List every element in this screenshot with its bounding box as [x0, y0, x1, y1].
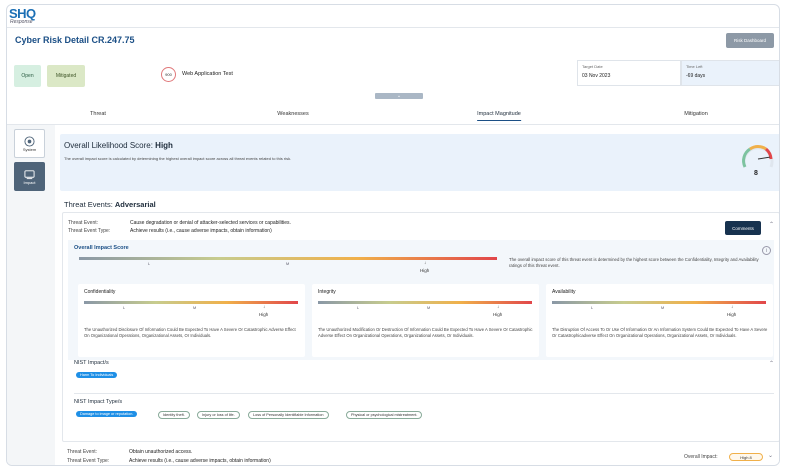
confidentiality-low: L — [123, 306, 126, 310]
sidebar-system-label: System — [22, 146, 37, 152]
sidebar-item-impact[interactable]: Impact — [14, 162, 45, 191]
confidentiality-marker-icon: ↓ — [263, 304, 266, 309]
likelihood-gauge: 8 — [740, 141, 776, 181]
nist-type-pill-2[interactable]: Identity theft. — [158, 411, 190, 419]
chevron-down-icon: ⌄ — [396, 93, 402, 99]
nist-type-pill-5[interactable]: Physical or psychological mistreatment. — [346, 411, 423, 419]
confidentiality-title: Confidentiality — [84, 289, 116, 295]
availability-marker-icon: ↓ — [731, 304, 734, 309]
threat-events-title: Threat Events: Adversarial — [64, 200, 156, 209]
nist-impacts-chevron-up-icon[interactable]: ⌃ — [769, 360, 774, 367]
event2-value: Obtain unauthorized access. — [129, 449, 193, 455]
nist-type-pill-1[interactable]: Damage to image or reputation. — [76, 411, 138, 417]
integrity-title: Integrity — [318, 289, 336, 295]
integrity-description: The Unauthorized Modification Or Destruc… — [318, 327, 533, 338]
chevron-up-icon[interactable]: ⌃ — [769, 221, 774, 228]
tab-bar: Threat Weaknesses Impact Magnitude Mitig… — [7, 107, 779, 125]
confidentiality-description: The Unauthorized Disclosure Of Informati… — [84, 327, 296, 338]
time-left-label: Time Left — [686, 64, 703, 69]
integrity-bar — [318, 301, 532, 304]
status-badge-open: Open — [14, 65, 41, 87]
target-date-box: Target Date 03 Nov 2023 — [577, 60, 681, 86]
integrity-low: L — [357, 306, 360, 310]
overall-marker-label: High — [420, 268, 430, 273]
event2-chevron-down-icon[interactable]: ⌄ — [768, 452, 773, 459]
status-badge-mitigated: Mitigated — [47, 65, 85, 87]
collapse-toggle[interactable]: ⌄ — [375, 93, 423, 99]
overall-scale-low: L — [148, 262, 151, 266]
event2-type-label: Threat Event Type: — [67, 458, 110, 464]
nist-divider — [74, 393, 774, 394]
header-divider — [7, 27, 779, 28]
nist-impacts-title: NIST Impact/s — [74, 360, 109, 366]
availability-medium: M — [661, 306, 665, 310]
threat-events-value: Adversarial — [114, 200, 156, 209]
integrity-panel: Integrity L M ↓ High The Unauthorized Mo… — [312, 284, 539, 357]
availability-marker-label: High — [727, 312, 737, 317]
risk-dashboard-button[interactable]: Risk Dashboard — [726, 33, 774, 48]
integrity-medium: M — [427, 306, 431, 310]
likelihood-description: The overall impact score is calculated b… — [64, 156, 292, 161]
integrity-marker-icon: ↓ — [497, 304, 500, 309]
target-date-value: 03 Nov 2023 — [582, 73, 611, 79]
event-type-value: Achieve results (i.e., cause adverse imp… — [130, 228, 272, 234]
availability-title: Availability — [552, 289, 576, 295]
app-frame: SHQ Response Cyber Risk Detail CR.247.75… — [6, 4, 780, 466]
availability-description: The Disruption Of Access To Or Use Of In… — [552, 327, 768, 338]
event-label: Threat Event: — [68, 220, 99, 226]
confidentiality-panel: Confidentiality L M ↓ High The Unauthori… — [78, 284, 305, 357]
nist-impact-types-title: NIST Impact Type/s — [74, 399, 123, 405]
availability-low: L — [591, 306, 594, 310]
risk-score-circle: 900 — [161, 67, 176, 82]
threat-event-row-2[interactable]: Threat Event: Obtain unauthorized access… — [62, 446, 779, 465]
overall-impact-section: Overall Impact Score i The overall impac… — [68, 240, 774, 360]
threat-event-card: Threat Event: Cause degradation or denia… — [62, 212, 779, 442]
info-icon[interactable]: i — [762, 246, 771, 255]
nist-impact-pill[interactable]: Harm To Individuals — [76, 372, 118, 378]
availability-panel: Availability L M ↓ High The Disruption O… — [546, 284, 773, 357]
event2-overall-badge: High 8 — [729, 453, 763, 461]
time-left-box: Time Left -69 days — [681, 60, 779, 86]
event-type-label: Threat Event Type: — [68, 228, 111, 234]
event-value: Cause degradation or denial of attacker-… — [130, 220, 291, 226]
integrity-marker-label: High — [493, 312, 503, 317]
system-icon — [24, 135, 35, 147]
tab-threat[interactable]: Threat — [90, 111, 106, 117]
sidebar-impact-label: Impact — [23, 179, 36, 185]
overall-scale-medium: M — [286, 262, 290, 266]
likelihood-value: High — [155, 141, 173, 150]
confidentiality-bar — [84, 301, 298, 304]
target-date-label: Target Date — [582, 64, 603, 69]
impact-icon — [24, 169, 35, 179]
gauge-value: 8 — [754, 170, 758, 177]
tab-mitigation[interactable]: Mitigation — [684, 111, 708, 117]
confidentiality-marker-label: High — [259, 312, 269, 317]
time-left-value: -69 days — [686, 73, 706, 79]
gauge-icon — [742, 144, 774, 168]
tab-impact-magnitude[interactable]: Impact Magnitude — [477, 111, 521, 121]
event2-overall-label: Overall Impact: — [684, 454, 718, 460]
tab-weaknesses[interactable]: Weaknesses — [277, 111, 308, 117]
overall-impact-description: The overall impact score of this threat … — [509, 257, 759, 268]
likelihood-title: Overall Likelihood Score: High — [64, 141, 173, 150]
event2-label: Threat Event: — [67, 449, 98, 455]
nist-type-pill-4[interactable]: Loss of Personally Identifiable Informat… — [248, 411, 329, 419]
overall-impact-title: Overall Impact Score — [74, 245, 129, 251]
app-logo: SHQ Response — [7, 5, 47, 27]
page-title: Cyber Risk Detail CR.247.75 — [15, 35, 135, 45]
overall-impact-bar — [79, 257, 497, 260]
overall-marker-icon: ↓ — [424, 260, 427, 265]
nist-type-pill-3[interactable]: Injury or loss of life. — [197, 411, 240, 419]
confidentiality-medium: M — [193, 306, 197, 310]
likelihood-panel: Overall Likelihood Score: High The overa… — [60, 134, 779, 191]
availability-bar — [552, 301, 766, 304]
sidebar-item-system[interactable]: System — [14, 129, 45, 158]
logo-sub: Response — [10, 19, 33, 25]
comments-button[interactable]: Comments — [725, 221, 761, 235]
event2-type-value: Achieve results (i.e., cause adverse imp… — [129, 458, 271, 464]
scenario-name: Web Application Test — [182, 71, 233, 77]
